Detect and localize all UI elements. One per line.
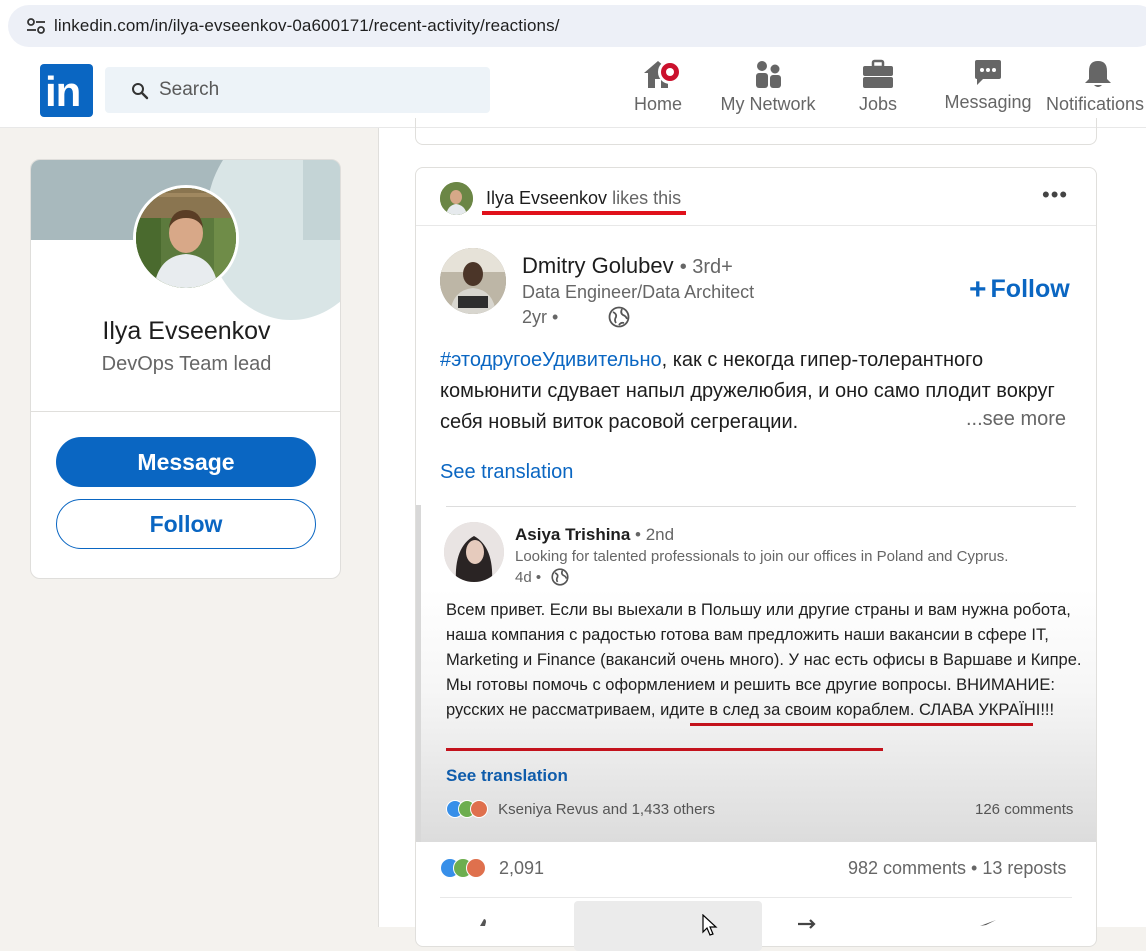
- repost-action-icon[interactable]: [794, 916, 822, 940]
- like-action-icon[interactable]: [472, 916, 496, 940]
- hashtag-link[interactable]: #этодругоеУдивительно: [440, 349, 662, 371]
- mouse-cursor-icon: [702, 914, 718, 936]
- follow-profile-button[interactable]: Follow: [56, 499, 316, 549]
- author-avatar[interactable]: [440, 248, 506, 314]
- post-image[interactable]: Asiya Trishina • 2nd Looking for talente…: [416, 505, 1096, 842]
- bell-icon: [1085, 61, 1111, 87]
- liker-line: Ilya Evseenkov likes this: [486, 188, 681, 209]
- embedded-post-text: Всем привет. Если вы выехали в Польшу ил…: [446, 601, 1082, 719]
- embedded-post-time: 4d •: [515, 569, 542, 586]
- address-bar[interactable]: linkedin.com/in/ilya-evseenkov-0a600171/…: [8, 5, 1146, 47]
- globe-icon: [608, 306, 630, 328]
- liker-avatar[interactable]: [440, 182, 473, 215]
- red-underline-annotation: [446, 748, 883, 751]
- nav-jobs[interactable]: Jobs: [848, 58, 908, 126]
- nav-messaging[interactable]: Messaging: [940, 58, 1036, 126]
- site-settings-icon[interactable]: [26, 17, 46, 35]
- see-more-button[interactable]: ...see more: [956, 408, 1067, 431]
- post-card: Ilya Evseenkov likes this ••• Dmitry Gol…: [415, 167, 1097, 951]
- divider: [31, 411, 340, 412]
- nav-notifications-label: Notifications: [1046, 94, 1145, 114]
- image-top-line: [446, 506, 1076, 507]
- author-degree: • 3rd+: [679, 256, 733, 278]
- follow-author-button[interactable]: + Follow: [969, 273, 1070, 307]
- embedded-author-avatar: [444, 522, 504, 582]
- search-input[interactable]: [159, 77, 459, 103]
- people-icon: [756, 61, 781, 88]
- reaction-count[interactable]: 2,091: [440, 858, 544, 879]
- browser-toolbar: linkedin.com/in/ilya-evseenkov-0a600171/…: [0, 0, 1146, 54]
- send-action-icon[interactable]: [976, 916, 1000, 940]
- more-options-icon[interactable]: •••: [1042, 184, 1068, 206]
- post-time: 2yr •: [522, 307, 559, 327]
- reaction-header: Ilya Evseenkov likes this •••: [416, 168, 1096, 226]
- briefcase-icon: [863, 59, 893, 88]
- previous-post-card: [415, 118, 1097, 145]
- nav-my-network-label: My Network: [720, 94, 816, 114]
- search-box[interactable]: [105, 67, 490, 113]
- plus-icon: +: [969, 273, 987, 306]
- embedded-comments-count: 126 comments: [975, 801, 1074, 818]
- divider: [440, 897, 1072, 898]
- profile-headline: DevOps Team lead: [101, 353, 272, 375]
- activity-feed: Ilya Evseenkov likes this ••• Dmitry Gol…: [378, 118, 1146, 951]
- global-nav: in Home My Network Jobs: [0, 54, 1146, 128]
- nav-home-label: Home: [633, 94, 682, 114]
- author-name[interactable]: Dmitry Golubev • 3rd+: [522, 253, 733, 279]
- message-button[interactable]: Message: [56, 437, 316, 487]
- red-underline-annotation: [690, 723, 1033, 726]
- url-text[interactable]: linkedin.com/in/ilya-evseenkov-0a600171/…: [54, 16, 560, 36]
- comments-reposts-count[interactable]: 982 comments • 13 reposts: [848, 858, 1066, 879]
- nav-jobs-label: Jobs: [858, 94, 898, 114]
- profile-card: Ilya Evseenkov DevOps Team lead Message …: [30, 159, 341, 579]
- notification-badge: [658, 60, 682, 84]
- love-icon: [470, 800, 488, 818]
- image-border: [416, 505, 421, 842]
- chat-icon: [975, 60, 1001, 85]
- nav-messaging-label: Messaging: [944, 92, 1032, 112]
- profile-name: Ilya Evseenkov: [102, 317, 271, 345]
- nav-my-network[interactable]: My Network: [713, 58, 823, 126]
- embedded-author-name: Asiya Trishina • 2nd: [515, 525, 675, 544]
- red-underline-annotation: [482, 211, 686, 215]
- love-icon: [466, 858, 486, 878]
- nav-home[interactable]: Home: [628, 58, 688, 126]
- embedded-author-headline: Looking for talented professionals to jo…: [515, 548, 1009, 565]
- profile-avatar[interactable]: [133, 185, 239, 291]
- liker-name[interactable]: Ilya Evseenkov: [486, 188, 607, 208]
- see-translation-link[interactable]: See translation: [440, 461, 573, 484]
- embedded-see-translation: See translation: [446, 766, 568, 785]
- embedded-globe-icon: [551, 568, 569, 586]
- nav-notifications[interactable]: Notifications: [1046, 58, 1146, 126]
- comment-action-button[interactable]: [574, 901, 762, 951]
- reaction-icons: [440, 858, 494, 878]
- reaction-icons: [446, 800, 494, 818]
- embedded-reactions: Kseniya Revus and 1,433 others: [446, 800, 715, 818]
- search-icon: [132, 83, 149, 100]
- author-headline: Data Engineer/Data Architect: [522, 282, 755, 302]
- liker-action: likes this: [612, 188, 682, 208]
- linkedin-logo[interactable]: in: [40, 64, 93, 117]
